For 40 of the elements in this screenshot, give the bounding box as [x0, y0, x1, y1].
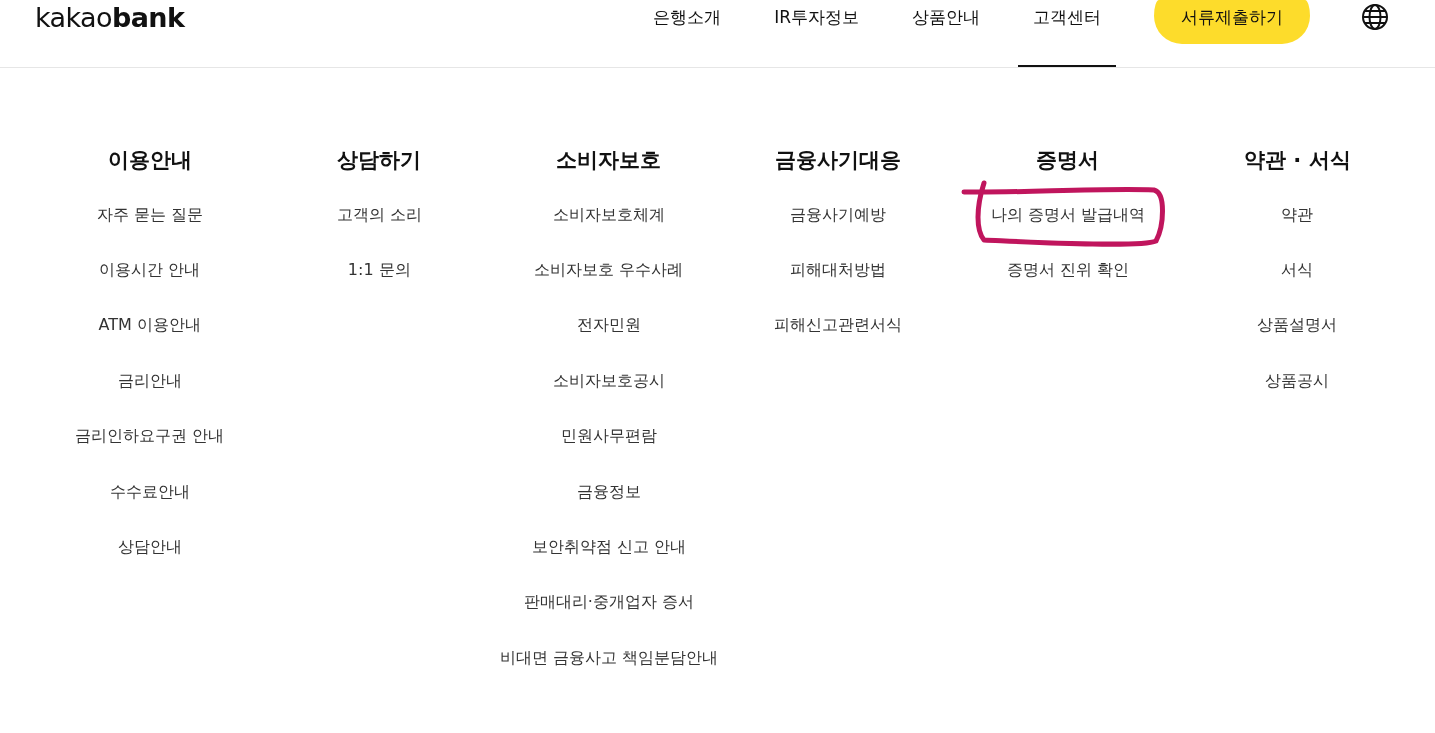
menu-link[interactable]: 약관 — [1281, 203, 1314, 226]
menu-link[interactable]: 금융정보 — [576, 480, 641, 503]
nav-tab[interactable]: 고객센터 — [1018, 0, 1116, 67]
menu-link[interactable]: 상품공시 — [1265, 369, 1330, 392]
column-heading: 금융사기대응 — [775, 146, 902, 174]
menu-link[interactable]: 소비자보호체계 — [552, 203, 665, 226]
nav-tab[interactable]: 은행소개 — [638, 0, 737, 67]
column-heading: 증명서 — [1036, 146, 1100, 174]
column-heading: 이용안내 — [107, 146, 192, 174]
menu-link[interactable]: 피해대처방법 — [790, 259, 887, 282]
menu-link[interactable]: 비대면 금융사고 책임분담안내 — [499, 646, 718, 669]
menu-link[interactable]: 금리인하요구권 안내 — [75, 425, 225, 448]
submit-documents-button[interactable]: 서류제출하기 — [1154, 0, 1310, 44]
menu-link[interactable]: 금융사기예방 — [790, 203, 887, 226]
nav-tab[interactable]: 상품안내 — [897, 0, 995, 67]
menu-link[interactable]: 자주 묻는 질문 — [96, 203, 203, 226]
menu-link[interactable]: 수수료안내 — [109, 480, 190, 503]
menu-link[interactable]: 나의 증명서 발급내역 — [990, 203, 1145, 226]
column-heading: 소비자보호 — [556, 146, 662, 174]
menu-link[interactable]: 증명서 진위 확인 — [1006, 259, 1129, 282]
menu-link[interactable]: 피해신고관련서식 — [774, 314, 903, 337]
menu-link[interactable]: 금리안내 — [117, 369, 182, 392]
menu-link[interactable]: 전자민원 — [576, 314, 641, 337]
kakaobank-logo[interactable]: kakaobank — [35, 2, 185, 34]
menu-link[interactable]: 소비자보호공시 — [552, 369, 665, 392]
menu-link[interactable]: 소비자보호 우수사례 — [534, 259, 684, 282]
column-heading: 상담하기 — [337, 146, 422, 174]
menu-link[interactable]: 상품설명서 — [1257, 314, 1338, 337]
nav-tab[interactable]: IR투자정보 — [759, 0, 874, 67]
menu-link[interactable]: 민원사무편람 — [560, 425, 657, 448]
menu-link[interactable]: 서식 — [1281, 259, 1314, 282]
menu-link[interactable]: 상담안내 — [117, 536, 182, 559]
menu-link[interactable]: 고객의 소리 — [336, 203, 422, 226]
globe-icon[interactable] — [1362, 4, 1388, 30]
menu-link[interactable]: 이용시간 안내 — [99, 259, 201, 282]
menu-link[interactable]: ATM 이용안내 — [98, 314, 201, 337]
menu-link[interactable]: 판매대리·중개업자 증서 — [523, 591, 694, 614]
menu-link[interactable]: 1:1 문의 — [347, 259, 411, 282]
menu-link[interactable]: 보안취약점 신고 안내 — [531, 536, 686, 559]
column-heading: 약관 · 서식 — [1243, 146, 1351, 174]
